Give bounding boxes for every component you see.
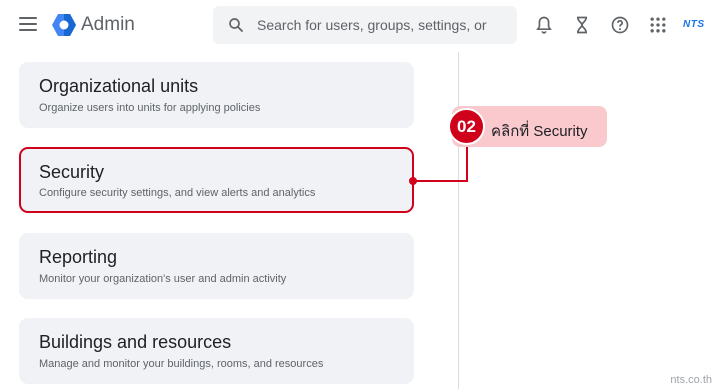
card-title: Reporting <box>39 247 118 267</box>
card-buildings-and-resources[interactable]: Buildings and resources Manage and monit… <box>19 318 414 384</box>
menu-icon[interactable] <box>19 17 37 31</box>
hourglass-icon[interactable] <box>572 15 592 35</box>
step-badge: 02 <box>448 108 485 145</box>
admin-logo-icon[interactable] <box>51 13 77 37</box>
card-title: Organizational units <box>39 76 199 96</box>
card-description: Configure security settings, and view al… <box>39 187 316 199</box>
search-bar[interactable] <box>213 6 517 44</box>
help-icon[interactable] <box>610 15 630 35</box>
search-icon[interactable] <box>227 16 245 34</box>
apps-grid-icon[interactable] <box>648 15 668 35</box>
card-reporting[interactable]: Reporting Monitor your organization's us… <box>19 233 414 299</box>
content-divider <box>458 52 459 389</box>
top-bar: Admin NTS <box>0 0 720 52</box>
card-title: Buildings and resources <box>39 332 232 352</box>
account-brand-logo[interactable]: NTS <box>683 19 705 30</box>
bell-icon[interactable] <box>534 15 554 35</box>
card-description: Manage and monitor your buildings, rooms… <box>39 358 324 370</box>
card-security[interactable]: Security Configure security settings, an… <box>19 147 414 213</box>
app-title[interactable]: Admin <box>81 14 135 36</box>
callout-text: คลิกที่ Security <box>491 123 588 140</box>
watermark: nts.co.th <box>670 374 712 386</box>
card-organizational-units[interactable]: Organizational units Organize users into… <box>19 62 414 128</box>
card-description: Organize users into units for applying p… <box>39 102 261 114</box>
card-title: Security <box>39 162 105 182</box>
callout-anchor-dot <box>409 177 417 185</box>
search-input[interactable] <box>257 6 509 44</box>
callout-connector <box>413 180 468 182</box>
callout-connector <box>466 143 468 182</box>
card-description: Monitor your organization's user and adm… <box>39 273 287 285</box>
